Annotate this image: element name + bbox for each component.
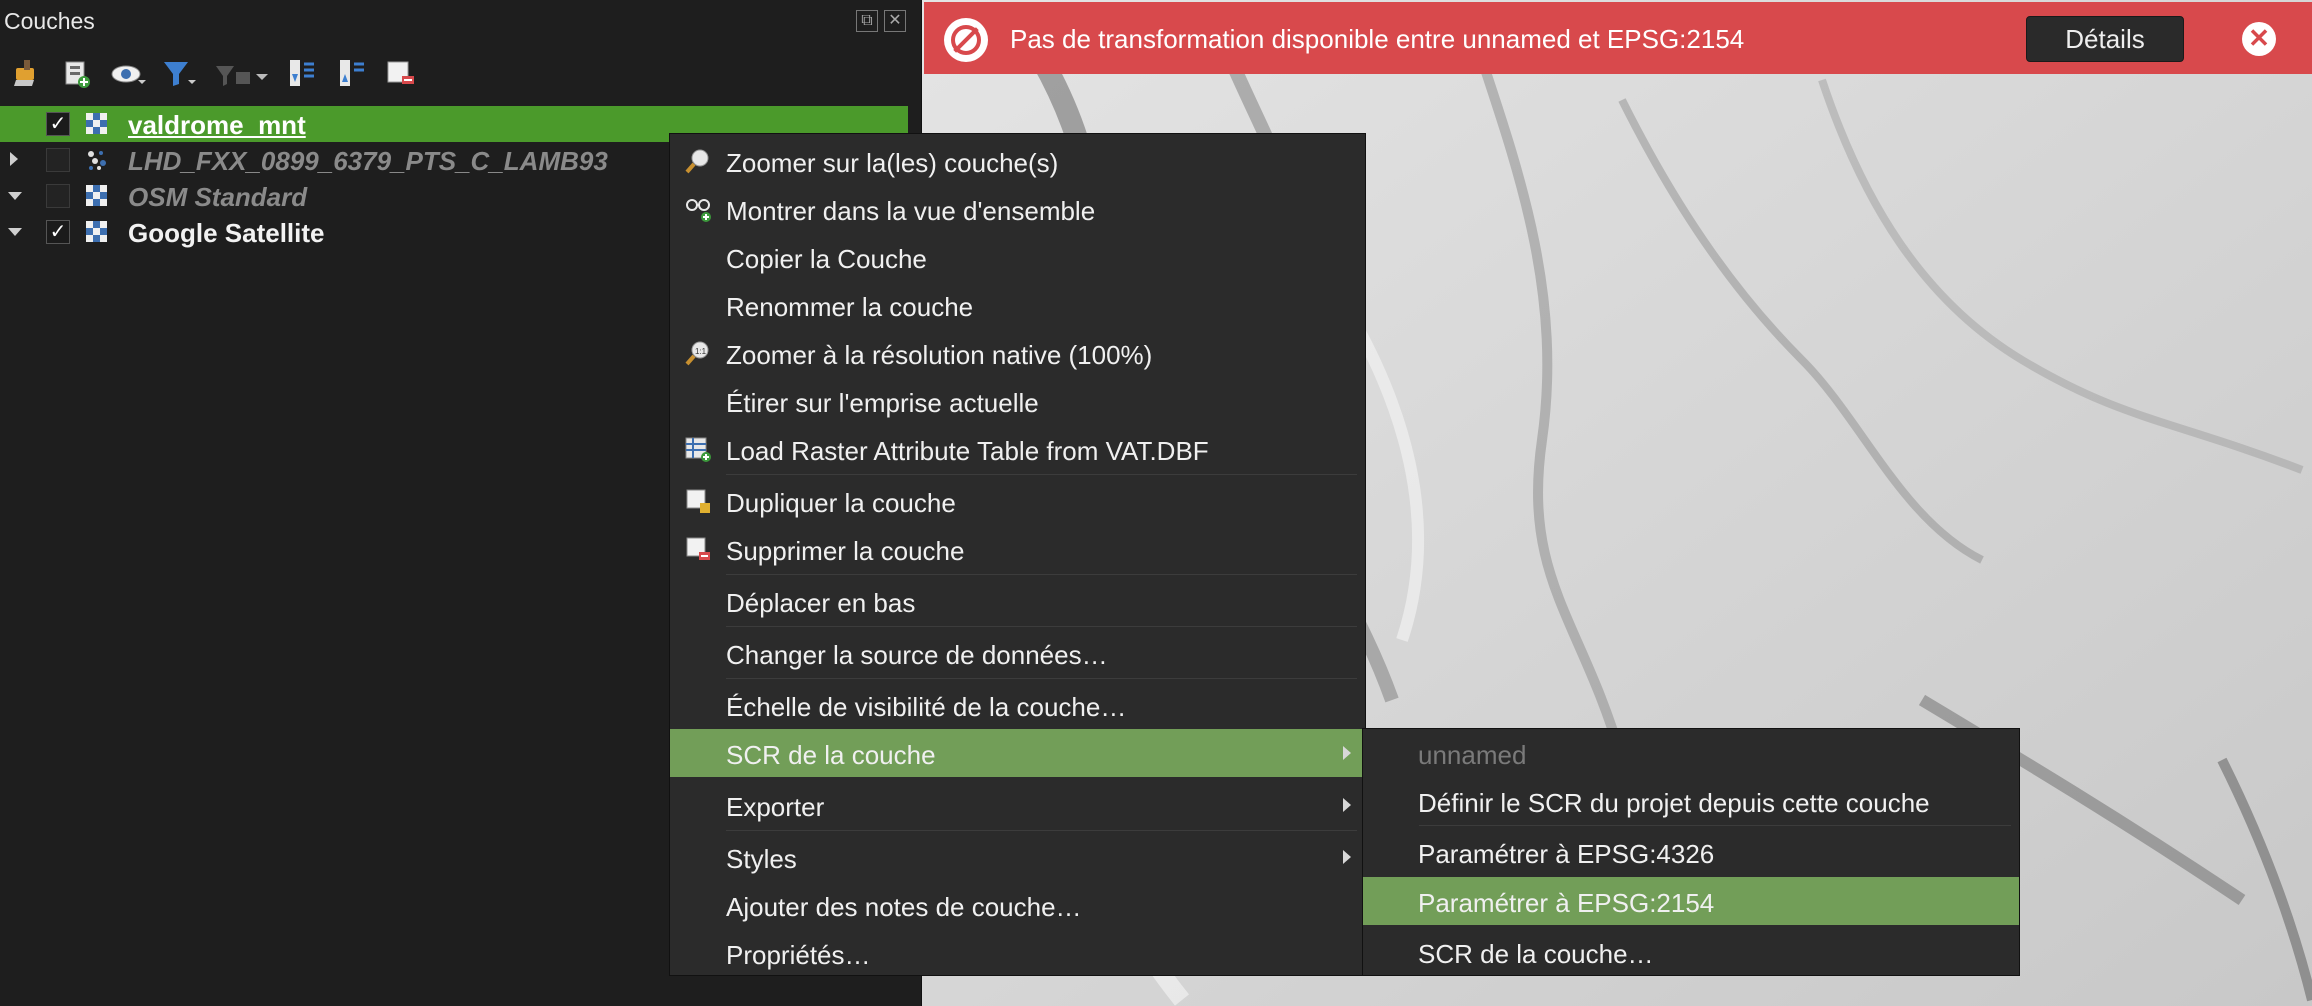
- close-icon[interactable]: ✕: [2242, 22, 2276, 56]
- layers-toolbar: [0, 52, 440, 92]
- raster-icon: [86, 221, 108, 243]
- filter-legend-icon[interactable]: [212, 56, 272, 90]
- menu-item-label: unnamed: [1418, 740, 1527, 770]
- submenu-arrow-icon: [1343, 798, 1351, 812]
- remove-layer-icon[interactable]: [384, 56, 420, 90]
- menu-item-label: SCR de la couche…: [1418, 939, 1654, 969]
- menu-item-rename-layer[interactable]: Renommer la couche: [670, 285, 1365, 325]
- submenu-item-layer-crs-dialog[interactable]: SCR de la couche…: [1363, 932, 2019, 972]
- layer-visibility-checkbox[interactable]: [46, 148, 70, 172]
- menu-item-label: Load Raster Attribute Table from VAT.DBF: [726, 436, 1209, 466]
- menu-separator: [726, 474, 1357, 475]
- submenu-arrow-icon: [1343, 746, 1351, 760]
- layer-visibility-checkbox[interactable]: [46, 184, 70, 208]
- menu-item-properties[interactable]: Propriétés…: [670, 933, 1365, 973]
- submenu-item-unnamed: unnamed: [1363, 733, 2019, 773]
- menu-item-label: Dupliquer la couche: [726, 488, 956, 518]
- menu-item-label: Ajouter des notes de couche…: [726, 892, 1082, 922]
- menu-item-remove-layer[interactable]: Supprimer la couche: [670, 529, 1365, 569]
- menu-item-label: Changer la source de données…: [726, 640, 1108, 670]
- menu-item-label: Supprimer la couche: [726, 536, 965, 566]
- svg-text:1:1: 1:1: [695, 347, 707, 356]
- menu-item-show-overview[interactable]: Montrer dans la vue d'ensemble: [670, 189, 1365, 229]
- close-panel-button[interactable]: ✕: [884, 10, 906, 32]
- menu-item-label: Étirer sur l'emprise actuelle: [726, 388, 1039, 418]
- submenu-arrow-icon: [1343, 850, 1351, 864]
- collapse-arrow-icon[interactable]: [8, 228, 22, 236]
- panel-title: Couches: [4, 8, 95, 34]
- layer-name: valdrome_mnt: [128, 110, 306, 140]
- menu-item-copy-layer[interactable]: Copier la Couche: [670, 237, 1365, 277]
- add-group-icon[interactable]: [60, 56, 96, 90]
- menu-separator: [726, 830, 1357, 831]
- menu-item-label: Styles: [726, 844, 797, 874]
- point-cloud-icon: [86, 149, 108, 171]
- menu-item-visibility-scale[interactable]: Échelle de visibilité de la couche…: [670, 685, 1365, 725]
- expand-all-icon[interactable]: [284, 56, 320, 90]
- layer-name: Google Satellite: [128, 218, 325, 248]
- menu-item-stretch-extent[interactable]: Étirer sur l'emprise actuelle: [670, 381, 1365, 421]
- menu-item-label: Renommer la couche: [726, 292, 974, 322]
- zoom-layer-icon: [684, 147, 712, 175]
- layer-crs-submenu: unnamed Définir le SCR du projet depuis …: [1362, 728, 2020, 976]
- layer-name: OSM Standard: [128, 182, 308, 212]
- error-no-entry-icon: [944, 18, 988, 62]
- message-text: Pas de transformation disponible entre u…: [1010, 24, 1745, 54]
- visibility-eye-icon[interactable]: [110, 56, 146, 90]
- raster-icon: [86, 185, 108, 207]
- expand-arrow-icon[interactable]: [10, 152, 18, 166]
- layer-visibility-checkbox[interactable]: ✓: [46, 112, 70, 136]
- menu-separator: [1419, 825, 2011, 826]
- menu-item-label: Échelle de visibilité de la couche…: [726, 692, 1127, 722]
- collapse-arrow-icon[interactable]: [8, 192, 22, 200]
- message-bar: Pas de transformation disponible entre u…: [924, 2, 2312, 74]
- submenu-item-epsg-4326[interactable]: Paramétrer à EPSG:4326: [1363, 832, 2019, 872]
- float-panel-button[interactable]: ⧉: [856, 10, 878, 32]
- menu-separator: [726, 574, 1357, 575]
- menu-item-export[interactable]: Exporter: [670, 785, 1365, 825]
- menu-separator: [726, 678, 1357, 679]
- menu-item-duplicate-layer[interactable]: Dupliquer la couche: [670, 481, 1365, 521]
- remove-layer-icon: [684, 535, 712, 563]
- menu-item-label: Paramétrer à EPSG:2154: [1418, 888, 1715, 918]
- raster-icon: [86, 113, 108, 135]
- menu-item-load-rat[interactable]: Load Raster Attribute Table from VAT.DBF: [670, 429, 1365, 469]
- collapse-all-icon[interactable]: [334, 56, 370, 90]
- menu-item-styles[interactable]: Styles: [670, 837, 1365, 877]
- menu-item-label: Zoomer sur la(les) couche(s): [726, 148, 1059, 178]
- submenu-item-epsg-2154[interactable]: Paramétrer à EPSG:2154: [1363, 877, 2019, 925]
- menu-item-move-bottom[interactable]: Déplacer en bas: [670, 581, 1365, 621]
- menu-item-zoom-to-layer[interactable]: Zoomer sur la(les) couche(s): [670, 141, 1365, 181]
- layer-visibility-checkbox[interactable]: ✓: [46, 220, 70, 244]
- menu-item-label: Propriétés…: [726, 940, 871, 970]
- menu-item-label: Zoomer à la résolution native (100%): [726, 340, 1153, 370]
- submenu-item-set-project-crs[interactable]: Définir le SCR du projet depuis cette co…: [1363, 781, 2019, 821]
- layer-name: LHD_FXX_0899_6379_PTS_C_LAMB93: [128, 146, 608, 176]
- menu-item-label: Montrer dans la vue d'ensemble: [726, 196, 1096, 226]
- style-brush-icon[interactable]: [10, 56, 46, 90]
- menu-item-add-notes[interactable]: Ajouter des notes de couche…: [670, 885, 1365, 925]
- duplicate-layer-icon: [684, 487, 712, 515]
- attribute-table-icon: [684, 435, 712, 463]
- details-button[interactable]: Détails: [2026, 16, 2184, 62]
- overview-glasses-icon: [684, 195, 712, 223]
- menu-item-zoom-native[interactable]: 1:1 Zoomer à la résolution native (100%): [670, 333, 1365, 373]
- menu-item-label: Définir le SCR du projet depuis cette co…: [1418, 788, 1930, 818]
- menu-item-label: Déplacer en bas: [726, 588, 916, 618]
- menu-item-label: Paramétrer à EPSG:4326: [1418, 839, 1715, 869]
- menu-item-label: Copier la Couche: [726, 244, 927, 274]
- menu-item-change-datasource[interactable]: Changer la source de données…: [670, 633, 1365, 673]
- menu-item-layer-crs[interactable]: SCR de la couche: [670, 729, 1365, 777]
- filter-icon[interactable]: [160, 56, 196, 90]
- zoom-native-icon: 1:1: [684, 339, 712, 367]
- menu-item-label: Exporter: [726, 792, 825, 822]
- layer-context-menu: Zoomer sur la(les) couche(s) Montrer dan…: [669, 133, 1366, 976]
- menu-item-label: SCR de la couche: [726, 740, 936, 770]
- menu-separator: [726, 626, 1357, 627]
